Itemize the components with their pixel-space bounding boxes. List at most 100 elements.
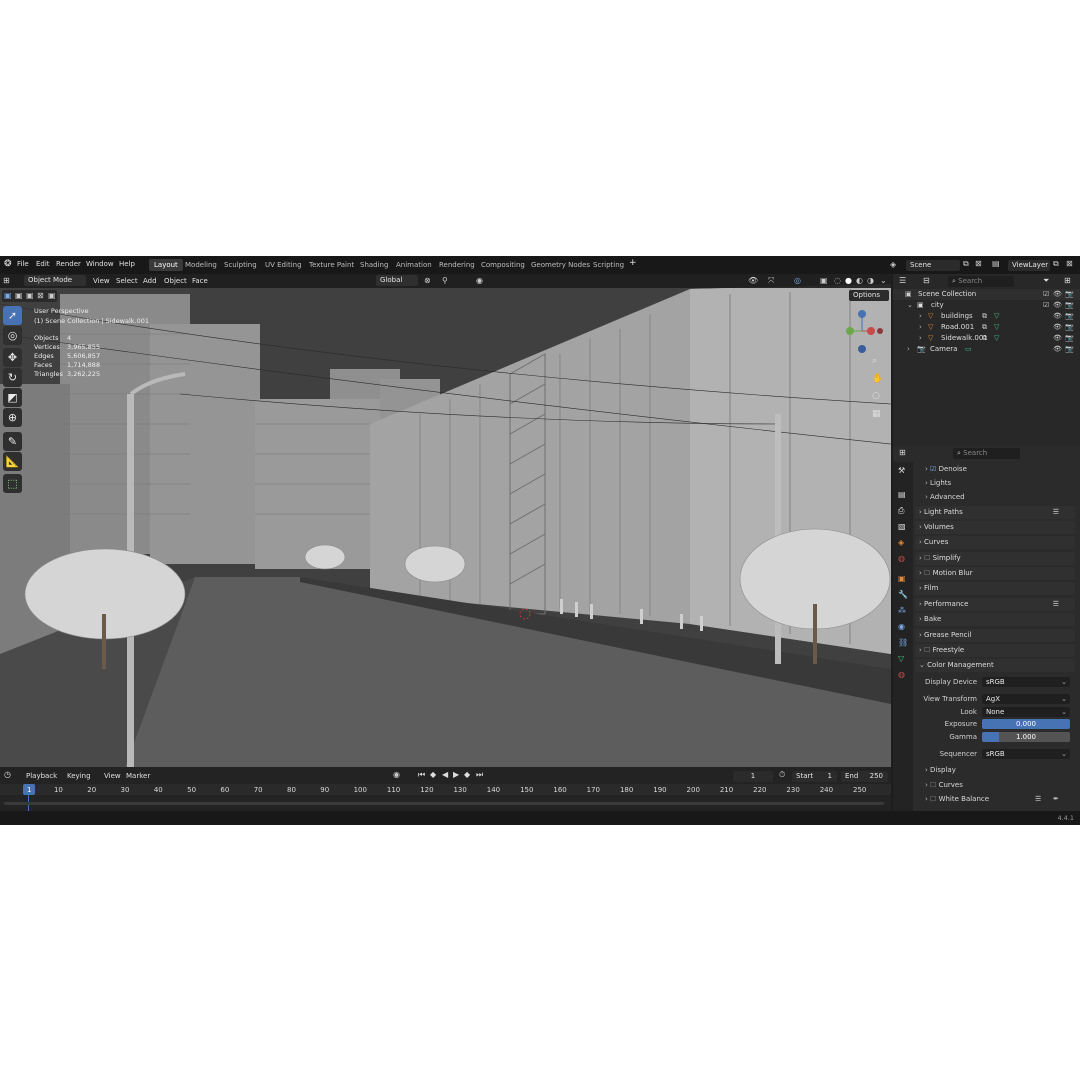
select-intersect-icon[interactable]: ▣ [48, 291, 56, 300]
material-tab-icon[interactable]: ◍ [898, 670, 905, 679]
outliner-row-city[interactable]: ⌄ ▣ city ☑ 👁 📷 [893, 300, 1080, 311]
motion-blur-checkbox[interactable]: ☐ [924, 569, 930, 577]
delete-layer-icon[interactable]: ⊠ [1066, 259, 1073, 268]
viewport-menu-face[interactable]: Face [192, 277, 208, 285]
play-icon[interactable]: ▶ [453, 770, 459, 779]
modifiers-tab-icon[interactable]: 🔧 [898, 590, 908, 599]
proportional-edit-icon[interactable]: ◉ [476, 276, 483, 285]
workspace-tab-rendering[interactable]: Rendering [434, 259, 480, 271]
panel-grease-pencil[interactable]: › Grease Pencil [915, 629, 1075, 642]
workspace-tab-sculpting[interactable]: Sculpting [219, 259, 262, 271]
panel-volumes[interactable]: › Volumes [915, 521, 1075, 534]
rendered-shading-icon[interactable]: ◑ [867, 276, 874, 285]
workspace-tab-uv-editing[interactable]: UV Editing [260, 259, 307, 271]
workspace-tab-shading[interactable]: Shading [355, 259, 393, 271]
select-extend-icon[interactable]: ▣ [15, 291, 23, 300]
timeline-menu-keying[interactable]: Keying [67, 772, 91, 780]
expand-chevron-icon[interactable]: › [907, 344, 910, 355]
select-subtract-icon[interactable]: ▣ [26, 291, 34, 300]
select-box-tool[interactable]: ➚ [3, 306, 22, 325]
stopwatch-icon[interactable]: ⏱ [779, 770, 785, 780]
panel-motion-blur[interactable]: › ☐ Motion Blur [915, 567, 1075, 580]
menu-window[interactable]: Window [86, 260, 114, 268]
hide-eye-icon[interactable]: 👁 [1053, 311, 1062, 322]
blender-logo-icon[interactable]: ❂ [4, 259, 12, 269]
expand-chevron-icon[interactable]: ⌄ [907, 300, 913, 311]
workspace-tab-animation[interactable]: Animation [391, 259, 437, 271]
properties-editor-icon[interactable]: ⊞ [899, 448, 906, 457]
play-reverse-icon[interactable]: ◀ [442, 770, 448, 779]
subpanel-curves[interactable]: › ☐ Curves [925, 779, 1075, 792]
timeline-editor-icon[interactable]: ◷ [4, 770, 11, 779]
viewport-menu-object[interactable]: Object [164, 277, 187, 285]
start-frame-field[interactable]: Start 1 [792, 771, 837, 782]
outliner-editor-icon[interactable]: ☰ [899, 276, 906, 285]
curves-checkbox[interactable]: ☐ [930, 781, 936, 789]
panel-color-management[interactable]: ⌄ Color Management [915, 659, 1075, 672]
render-camera-icon[interactable]: 📷 [1065, 344, 1074, 355]
presets-list-icon[interactable]: ☰ [1053, 598, 1059, 611]
render-camera-icon[interactable]: 📷 [1065, 300, 1074, 311]
outliner-search-field[interactable]: ⌕ Search [948, 276, 1014, 287]
outliner-row-buildings[interactable]: › ▽ buildings ⧉ ▽ 👁 📷 [893, 311, 1080, 322]
scene-selector[interactable]: Scene [906, 260, 960, 271]
transform-orientation-selector[interactable]: Global [376, 275, 418, 286]
workspace-tab-compositing[interactable]: Compositing [476, 259, 530, 271]
copy-icon[interactable]: ⧉ [963, 259, 969, 269]
render-camera-icon[interactable]: 📷 [1065, 333, 1074, 344]
panel-light-paths[interactable]: › Light Paths ☰ [915, 506, 1075, 519]
timeline-menu-marker[interactable]: Marker [126, 772, 150, 780]
presets-list-icon[interactable]: ☰ [1053, 506, 1059, 519]
display-device-select[interactable]: sRGB ⌄ [982, 677, 1070, 687]
new-collection-icon[interactable]: ⊞ [1064, 276, 1071, 285]
expand-chevron-icon[interactable]: › [919, 322, 922, 333]
exclude-checkbox-icon[interactable]: ☑ [1043, 300, 1049, 311]
pivot-icon[interactable]: ⊗ [424, 276, 431, 285]
filter-icon[interactable]: ⏷ [1043, 276, 1049, 286]
jump-end-icon[interactable]: ⏭ [476, 770, 483, 780]
physics-tab-icon[interactable]: ◉ [898, 622, 905, 631]
tool-tab-icon[interactable]: ⚒ [898, 466, 905, 475]
viewport-menu-add[interactable]: Add [143, 277, 157, 285]
hide-eye-icon[interactable]: 👁 [1053, 333, 1062, 344]
outliner-row-camera[interactable]: › 📷 Camera ▭ 👁 📷 [893, 344, 1080, 355]
prev-keyframe-icon[interactable]: ◆ [430, 770, 436, 779]
expand-chevron-icon[interactable]: › [919, 333, 922, 344]
hide-eye-icon[interactable]: 👁 [1053, 322, 1062, 333]
cursor-tool-icon[interactable]: ◎ [3, 326, 22, 345]
view-layer-selector[interactable]: ViewLayer [1008, 260, 1050, 271]
camera-view-icon[interactable]: ⎔ [872, 392, 880, 402]
scene-tab-icon[interactable]: ◈ [898, 538, 904, 547]
data-tab-icon[interactable]: ▽ [898, 654, 904, 663]
panel-simplify[interactable]: › ☐ Simplify [915, 552, 1075, 565]
move-tool-icon[interactable]: ✥ [3, 348, 22, 367]
freestyle-checkbox[interactable]: ☐ [924, 646, 930, 654]
timeline-menu-view[interactable]: View [104, 772, 121, 780]
expand-chevron-icon[interactable]: › [919, 311, 922, 322]
annotate-tool-icon[interactable]: ✎ [3, 432, 22, 451]
add-cube-tool-icon[interactable]: ⬚ [3, 474, 22, 493]
mode-selector[interactable]: Object Mode [24, 275, 86, 286]
3d-viewport[interactable]: ⊞ Object Mode View Select Add Object Fac… [0, 274, 891, 767]
viewport-menu-view[interactable]: View [93, 277, 110, 285]
menu-file[interactable]: File [17, 260, 29, 268]
end-frame-field[interactable]: End 250 [841, 771, 888, 782]
delete-icon[interactable]: ⊠ [975, 259, 982, 268]
presets-list-icon[interactable]: ☰ [1035, 793, 1041, 806]
zoom-icon[interactable]: ⌕ [872, 356, 877, 366]
render-camera-icon[interactable]: 📷 [1065, 311, 1074, 322]
workspace-tab-geometry-nodes[interactable]: Geometry Nodes [526, 259, 595, 271]
jump-start-icon[interactable]: ⏮ [418, 770, 425, 780]
denoise-checkbox[interactable]: ☑ [930, 465, 936, 473]
workspace-tab-modeling[interactable]: Modeling [180, 259, 222, 271]
viewport-menu-select[interactable]: Select [116, 277, 138, 285]
panel-lights[interactable]: › Lights [925, 477, 1075, 490]
world-tab-icon[interactable]: ◍ [898, 554, 905, 563]
render-camera-icon[interactable]: 📷 [1065, 289, 1074, 300]
measure-tool-icon[interactable]: 📐 [3, 452, 22, 471]
exposure-slider[interactable]: 0.000 [982, 719, 1070, 729]
white-balance-checkbox[interactable]: ☐ [930, 795, 936, 803]
object-tab-icon[interactable]: ▣ [898, 574, 906, 583]
timeline-menu-playback[interactable]: Playback [26, 772, 57, 780]
workspace-tab-scripting[interactable]: Scripting [588, 259, 629, 271]
